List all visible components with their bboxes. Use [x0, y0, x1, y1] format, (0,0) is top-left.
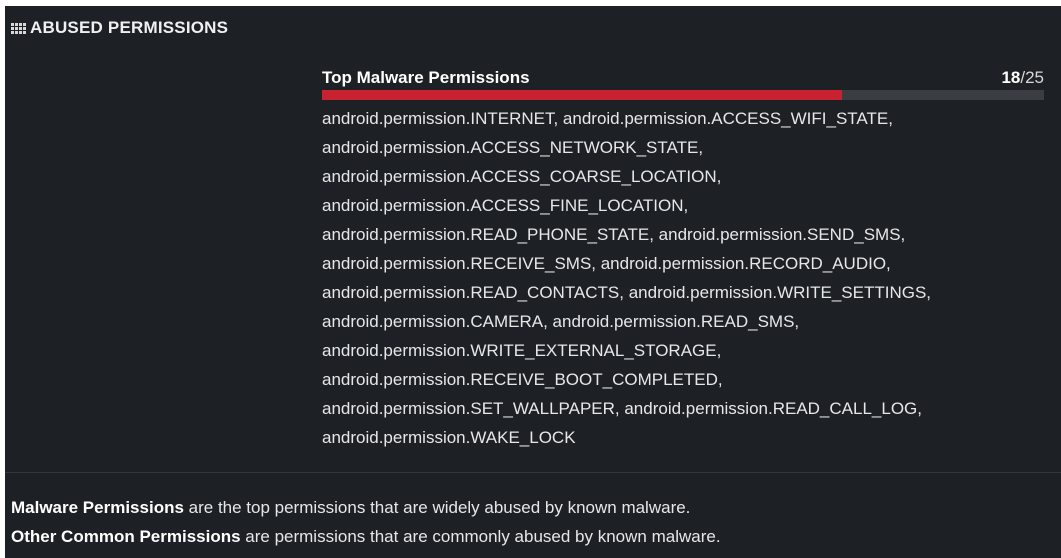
section-title: ABUSED PERMISSIONS	[30, 18, 229, 37]
top-malware-permissions-panel: Top Malware Permissions 18/25 android.pe…	[322, 64, 1044, 452]
legend-desc-malware: are the top permissions that are widely …	[183, 498, 691, 517]
score-progress-fill	[322, 90, 842, 100]
legend-line-other: Other Common Permissions are permissions…	[11, 522, 721, 551]
legend-term-other: Other Common Permissions	[11, 527, 241, 546]
legend-term-malware: Malware Permissions	[11, 498, 184, 517]
permissions-list: android.permission.INTERNET, android.per…	[322, 109, 932, 447]
legend-notes: Malware Permissions are the top permissi…	[11, 493, 721, 551]
panel-header: Top Malware Permissions 18/25	[322, 64, 1044, 88]
legend-line-malware: Malware Permissions are the top permissi…	[11, 493, 721, 522]
score-progress-bar	[322, 90, 1044, 100]
score-total: /25	[1020, 68, 1044, 87]
divider	[5, 472, 1061, 473]
score-count: 18	[1001, 68, 1021, 87]
grid-dots-icon	[11, 22, 26, 34]
abused-permissions-card: ABUSED PERMISSIONS Top Malware Permissio…	[5, 6, 1061, 558]
section-header: ABUSED PERMISSIONS	[11, 18, 228, 38]
permission-score: 18/25	[1001, 68, 1044, 88]
panel-title: Top Malware Permissions	[322, 68, 530, 87]
legend-desc-other: are permissions that are commonly abused…	[240, 527, 721, 546]
